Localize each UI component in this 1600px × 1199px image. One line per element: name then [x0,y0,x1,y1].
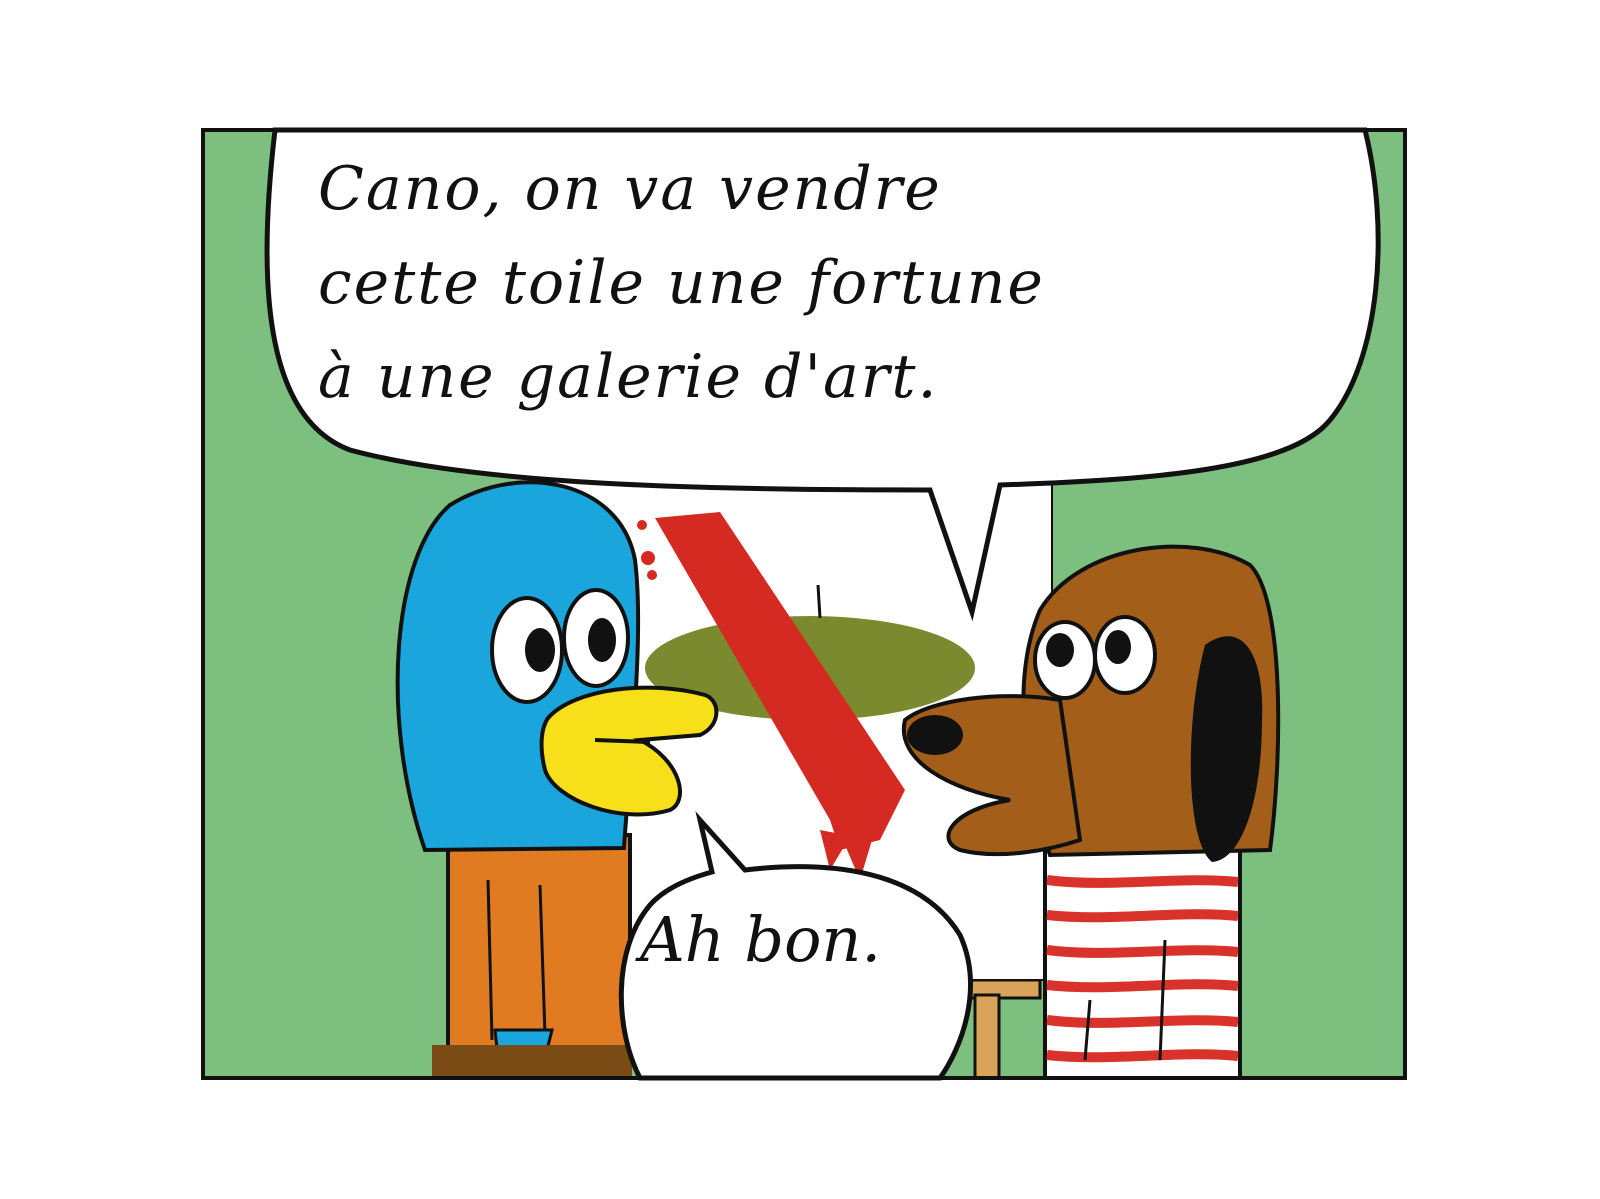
bird-body [446,833,632,1052]
dog-nose [907,715,963,755]
speech-bubble-dog-text: Cano, on va vendre cette toile une fortu… [318,154,1045,412]
speech-bubble-bird-text: Ah bon. [640,903,882,976]
bird-shoes [432,1045,632,1078]
